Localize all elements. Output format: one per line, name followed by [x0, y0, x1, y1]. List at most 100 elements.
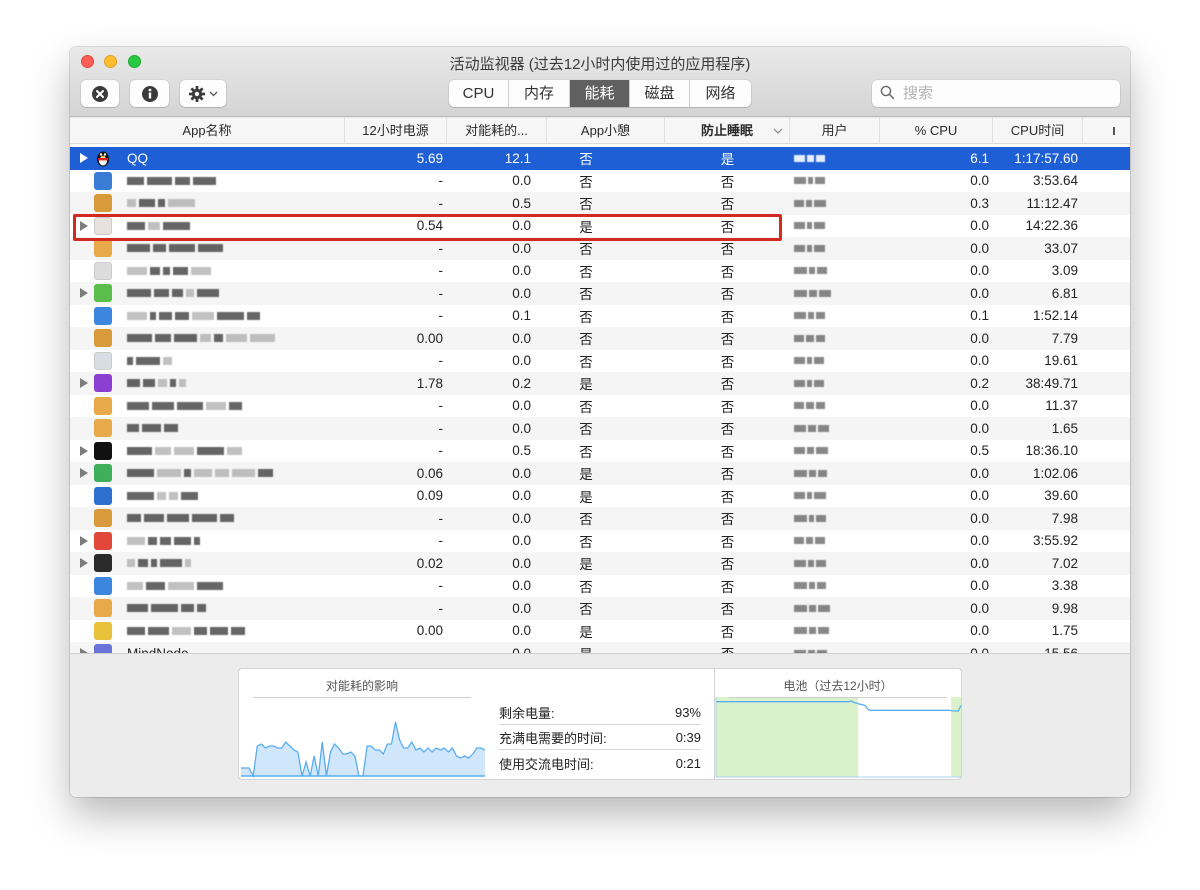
- disclosure-triangle-icon[interactable]: [80, 468, 88, 478]
- cell-prevent-sleep: 否: [720, 377, 735, 393]
- redacted-text: [148, 536, 157, 545]
- cell-extra: [1083, 530, 1130, 553]
- table-row[interactable]: - 0.0 否 否 0.0 6.81: [70, 282, 1130, 305]
- disclosure-triangle-icon[interactable]: [80, 378, 88, 388]
- table-row[interactable]: MindNode0.0是否0.015.56: [70, 642, 1130, 653]
- redacted-text: [127, 514, 141, 523]
- table-row[interactable]: - 0.1 否 否 0.1 1:52.14: [70, 304, 1130, 327]
- tab-cpu[interactable]: CPU: [449, 80, 509, 107]
- column-12h-power[interactable]: 12小时电源: [345, 118, 447, 144]
- cell-cpu-percent: 0.0: [970, 398, 989, 414]
- cell-energy-impact: 0.0: [512, 263, 531, 279]
- activity-monitor-window: 活动监视器 (过去12小时内使用过的应用程序) CPU 内存 能耗 磁盘 网络 …: [70, 47, 1130, 797]
- table-row[interactable]: - 0.0 否 否 0.0 1.65: [70, 417, 1130, 440]
- table-row[interactable]: - 0.0 否 否 0.0 7.98: [70, 507, 1130, 530]
- cell-user: [790, 327, 880, 350]
- cell-extra: [1083, 395, 1130, 418]
- cell-cpu-percent: 0.1: [970, 308, 989, 324]
- app-name-label: MindNode: [127, 642, 189, 653]
- redacted-text: [227, 446, 242, 455]
- cell-app-nap: 是: [547, 642, 665, 653]
- quit-process-button[interactable]: [81, 80, 119, 107]
- table-row[interactable]: 0.54 0.0 是 否 0.0 14:22.36: [70, 214, 1130, 238]
- redacted-text: [169, 244, 195, 253]
- table-row[interactable]: - 0.0 否 否 0.0 11.37: [70, 394, 1130, 418]
- disclosure-triangle-icon[interactable]: [80, 288, 88, 298]
- search-field[interactable]: [872, 80, 1120, 107]
- column-cpu-time[interactable]: CPU时间: [993, 118, 1083, 144]
- column-cpu-percent[interactable]: % CPU: [880, 118, 993, 144]
- cell-12h-power: -: [438, 173, 444, 189]
- redacted-text: [794, 402, 825, 410]
- table-row[interactable]: 0.09 0.0 是 否 0.0 39.60: [70, 484, 1130, 507]
- disclosure-triangle-icon[interactable]: [80, 153, 88, 163]
- table-row[interactable]: QQ 5.69 12.1 否 是 6.1 1:17:57.60: [70, 147, 1130, 170]
- table-row[interactable]: 0.00 0.0 否 否 0.0 7.79: [70, 327, 1130, 350]
- redacted-text: [168, 199, 195, 208]
- disclosure-triangle-icon[interactable]: [80, 558, 88, 568]
- cell-12h-power: -: [438, 420, 444, 436]
- table-row[interactable]: - 0.0 否 否 0.0 19.61: [70, 349, 1130, 372]
- cell-app-name: [70, 372, 345, 395]
- cell-user: [790, 372, 880, 395]
- redacted-text: [150, 311, 156, 320]
- redacted-text: [210, 626, 228, 635]
- cell-user: [790, 215, 880, 238]
- column-prevent-sleep[interactable]: 防止睡眠: [665, 118, 790, 144]
- redacted-text: [127, 559, 135, 568]
- disclosure-triangle-icon[interactable]: [80, 220, 88, 231]
- cell-12h-power: -: [438, 353, 444, 369]
- cell-prevent-sleep: 否: [720, 332, 735, 348]
- info-circle-icon: [141, 85, 159, 103]
- redacted-text: [152, 401, 174, 410]
- redacted-text: [127, 536, 145, 545]
- tab-energy[interactable]: 能耗: [570, 80, 630, 107]
- app-icon: [94, 171, 112, 190]
- window-title: 活动监视器 (过去12小时内使用过的应用程序): [449, 56, 751, 73]
- info-button[interactable]: [130, 80, 169, 107]
- cell-user: [790, 170, 880, 193]
- cell-cpu-percent: 0.0: [970, 173, 989, 189]
- cell-extra: [1083, 282, 1130, 305]
- tab-memory[interactable]: 内存: [509, 80, 570, 107]
- cell-app-nap: 是: [579, 624, 593, 640]
- table-row[interactable]: - 0.0 否 否 0.0 3.09: [70, 259, 1130, 282]
- column-app-name[interactable]: App名称: [70, 118, 345, 144]
- table-row[interactable]: - 0.0 否 否 0.0 33.07: [70, 237, 1130, 260]
- column-app-nap[interactable]: App小憩: [547, 118, 665, 144]
- column-energy-impact[interactable]: 对能耗的...: [447, 118, 547, 144]
- table-row[interactable]: - 0.0 否 否 0.0 3.38: [70, 574, 1130, 597]
- table-row[interactable]: 1.78 0.2 是 否 0.2 38:49.71: [70, 372, 1130, 395]
- cell-12h-power: [345, 642, 447, 653]
- tab-network[interactable]: 网络: [690, 80, 751, 107]
- disclosure-triangle-icon[interactable]: [80, 445, 88, 456]
- table-row[interactable]: - 0.5 否 否 0.3 11:12.47: [70, 192, 1130, 215]
- cell-cpu-time: 15.56: [993, 642, 1083, 653]
- process-table: App名称 12小时电源 对能耗的... App小憩 防止睡眠 用户 % CPU…: [70, 118, 1130, 653]
- table-row[interactable]: - 0.0 否 否 0.0 9.98: [70, 597, 1130, 620]
- cell-energy-impact: 0.0: [512, 420, 531, 436]
- table-row[interactable]: - 0.5 否 否 0.5 18:36.10: [70, 439, 1130, 462]
- table-row[interactable]: 0.02 0.0 是 否 0.0 7.02: [70, 552, 1130, 575]
- disclosure-triangle-icon[interactable]: [80, 535, 88, 546]
- gear-menu-button[interactable]: [180, 80, 226, 107]
- column-user[interactable]: 用户: [790, 118, 880, 144]
- cell-prevent-sleep: 否: [720, 219, 735, 235]
- table-row[interactable]: - 0.0 否 否 0.0 3:53.64: [70, 169, 1130, 193]
- redacted-text: [172, 289, 183, 298]
- redacted-text: [146, 581, 165, 590]
- close-circle-icon: [91, 85, 109, 103]
- app-icon: [94, 509, 112, 527]
- table-row[interactable]: - 0.0 否 否 0.0 3:55.92: [70, 529, 1130, 553]
- table-row[interactable]: 0.06 0.0 是 否 0.0 1:02.06: [70, 462, 1130, 485]
- cell-extra: [1083, 372, 1130, 395]
- redacted-text: [258, 469, 273, 478]
- search-input[interactable]: [903, 85, 1103, 102]
- cell-cpu-percent: 0.3: [970, 195, 989, 211]
- redacted-text: [164, 424, 178, 433]
- cell-cpu-percent: 0.0: [970, 240, 989, 256]
- cell-12h-power: 0.00: [416, 330, 443, 346]
- tab-disk[interactable]: 磁盘: [630, 80, 690, 107]
- table-row[interactable]: 0.00 0.0 是 否 0.0 1.75: [70, 619, 1130, 642]
- column-more[interactable]: [1083, 118, 1130, 144]
